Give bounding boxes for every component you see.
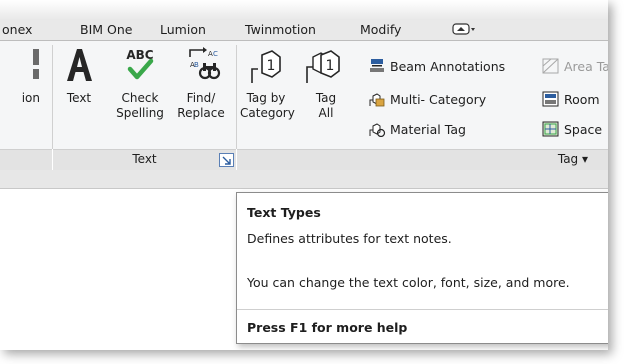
cut-off-panel-title: [0, 149, 52, 171]
ribbon-tab-bar: onex BIM One Lumion Twinmotion Modify: [0, 20, 608, 41]
room-tag-icon: [542, 91, 559, 107]
svg-text:B: B: [194, 61, 199, 69]
cut-off-button-label: ion: [21, 91, 40, 105]
tag-by-category-button[interactable]: 1 Tag by Category: [240, 43, 295, 121]
space-tag-label: Space: [564, 122, 603, 137]
find-replace-button[interactable]: A B A C Find/ Replace: [170, 43, 232, 121]
multi-category-icon: [369, 93, 385, 107]
cut-off-ribbon-button[interactable]: ion: [0, 43, 46, 106]
tag-panel-title-label: Tag ▾: [557, 152, 588, 166]
tag-all-button[interactable]: 1 Tag All: [300, 43, 352, 121]
tab-lumion[interactable]: Lumion: [160, 22, 206, 37]
tag-all-label-2: All: [318, 106, 334, 120]
multi-category-button[interactable]: Multi- Category: [368, 91, 486, 107]
space-tag-button[interactable]: Space: [542, 121, 602, 137]
find-replace-icon: A B A C: [189, 47, 221, 80]
tag-all-icon: 1: [306, 50, 340, 83]
tag-all-label-1: Tag: [315, 91, 337, 105]
ribbon-toggle-icon: [452, 23, 475, 35]
svg-text:C: C: [213, 50, 218, 58]
text-panel-title-label: Text: [132, 152, 157, 166]
text-button-label: Text: [66, 91, 92, 105]
material-tag-label: Material Tag: [390, 122, 466, 137]
cut-off-icon: [33, 49, 39, 79]
room-tag-label: Room: [564, 92, 600, 107]
tooltip-description: Defines attributes for text notes.: [247, 231, 452, 246]
find-replace-label-2: Replace: [177, 106, 225, 120]
tooltip-divider: [237, 309, 608, 310]
panel-divider: [236, 45, 237, 149]
beam-annotations-icon: [370, 59, 384, 72]
tab-twinmotion[interactable]: Twinmotion: [245, 22, 316, 37]
tooltip-detail: You can change the text color, font, siz…: [247, 275, 570, 290]
tab-onex[interactable]: onex: [2, 22, 32, 37]
beam-annotations-label: Beam Annotations: [390, 59, 506, 74]
text-types-launcher-button[interactable]: [219, 153, 234, 167]
svg-text:1: 1: [267, 58, 276, 74]
material-tag-button[interactable]: Material Tag: [368, 121, 466, 137]
check-spelling-button[interactable]: ABC Check Spelling: [112, 43, 168, 121]
tag-by-category-icon: 1: [251, 50, 281, 83]
spell-check-icon: ABC: [126, 48, 154, 80]
panel-divider: [52, 45, 53, 149]
beam-annotations-button[interactable]: Beam Annotations: [368, 58, 505, 74]
check-spelling-label-1: Check: [121, 91, 159, 105]
ribbon-display-dropdown[interactable]: [452, 21, 478, 40]
text-types-tooltip: Text Types Defines attributes for text n…: [236, 192, 608, 344]
svg-text:1: 1: [326, 58, 335, 74]
ribbon-panel-area: ion Text ABC Check Spelling A B A C Find…: [0, 41, 608, 149]
area-tag-button[interactable]: Area Ta: [542, 58, 608, 74]
dialog-launcher-icon: [222, 156, 231, 165]
find-replace-label-1: Find/: [186, 91, 216, 105]
text-panel-title: Text: [53, 149, 236, 171]
tab-bim-one[interactable]: BIM One: [80, 22, 132, 37]
room-tag-button[interactable]: Room: [542, 91, 600, 107]
tab-modify[interactable]: Modify: [360, 22, 401, 37]
revit-window: onex BIM One Lumion Twinmotion Modify io…: [0, 0, 608, 350]
area-tag-label: Area Ta: [564, 59, 608, 74]
text-button[interactable]: Text: [58, 43, 100, 106]
tooltip-help-hint: Press F1 for more help: [247, 320, 408, 335]
text-icon: [67, 49, 92, 81]
check-spelling-label-2: Spelling: [116, 106, 164, 120]
area-tag-icon: [542, 58, 559, 74]
tooltip-title: Text Types: [247, 205, 321, 220]
tag-panel-title[interactable]: Tag ▾: [237, 149, 608, 171]
space-tag-icon: [542, 121, 559, 137]
tag-by-category-label-1: Tag by: [246, 91, 286, 105]
options-bar: [0, 170, 608, 189]
material-tag-icon: [369, 123, 386, 137]
multi-category-label: Multi- Category: [390, 92, 487, 107]
tag-by-category-label-2: Category: [240, 106, 295, 120]
